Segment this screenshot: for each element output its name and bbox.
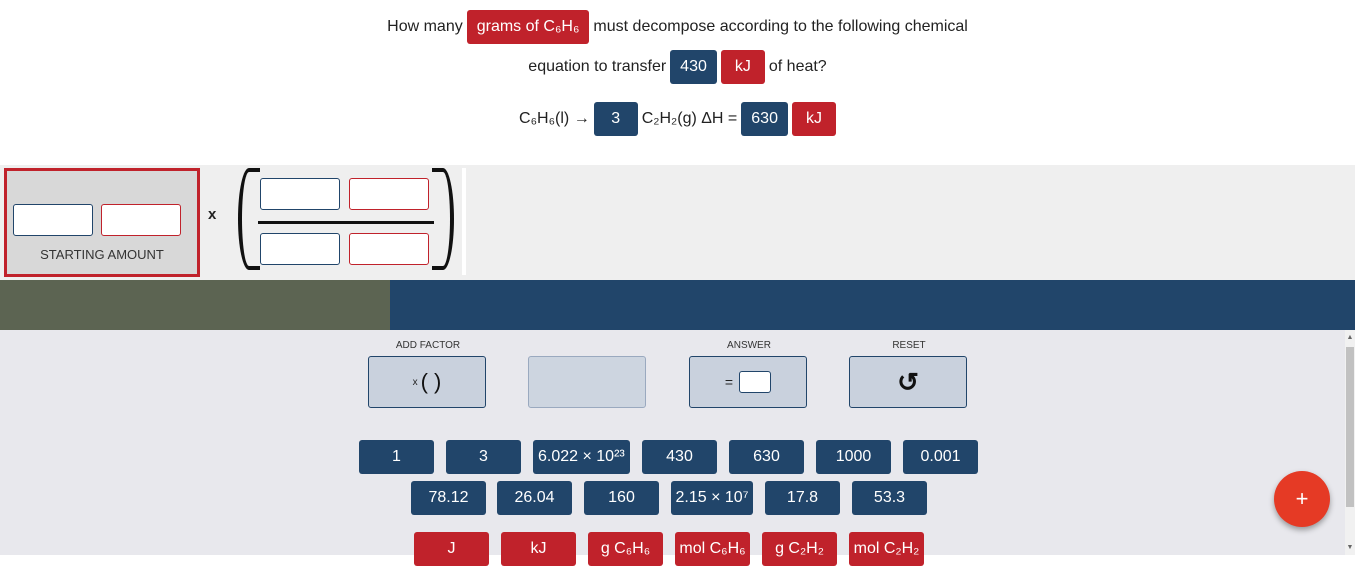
starting-value-slot[interactable] xyxy=(13,204,93,236)
tile-17-8[interactable]: 17.8 xyxy=(765,481,840,515)
tile-160[interactable]: 160 xyxy=(584,481,659,515)
tile-unit-j[interactable]: J xyxy=(414,532,489,566)
scroll-down-icon[interactable]: ▼ xyxy=(1345,543,1355,553)
heat-unit-chip: kJ xyxy=(720,50,765,84)
scroll-up-icon[interactable]: ▲ xyxy=(1345,333,1355,343)
answer-label: ANSWER xyxy=(727,340,771,351)
tile-avogadro[interactable]: 6.022 × 10²³ xyxy=(533,440,630,474)
progress-band-left xyxy=(0,280,390,330)
reset-label: RESET xyxy=(892,340,926,351)
denominator-unit-slot[interactable] xyxy=(349,233,429,265)
workspace-divider xyxy=(462,168,466,275)
starting-unit-slot[interactable] xyxy=(101,204,181,236)
coefficient-chip: 3 xyxy=(593,102,638,136)
answer-box-icon xyxy=(739,371,772,393)
tile-unit-g-c2h2[interactable]: g C₂H₂ xyxy=(762,532,837,566)
chemical-equation: C₆H₆(l) → 3 C₂H₂(g) ΔH = 630 kJ xyxy=(0,102,1355,136)
numerator-unit-slot[interactable] xyxy=(349,178,429,210)
undo-icon: ↺ xyxy=(897,366,919,397)
tile-unit-mol-c6h6[interactable]: mol C₆H₆ xyxy=(675,532,750,566)
empty-tool-button[interactable] xyxy=(528,356,646,408)
tile-1000[interactable]: 1000 xyxy=(816,440,891,474)
question-prefix: How many xyxy=(387,18,463,35)
right-paren xyxy=(432,168,454,270)
tile-0-001[interactable]: 0.001 xyxy=(903,440,978,474)
equals-icon: = xyxy=(724,374,734,390)
times-symbol: x xyxy=(208,206,217,223)
reactant: C₆H₆(l) → xyxy=(519,110,590,127)
question-suffix: must decompose according to the followin… xyxy=(593,18,968,35)
starting-amount-box[interactable]: STARTING AMOUNT xyxy=(4,168,200,277)
tile-unit-mol-c2h2[interactable]: mol C₂H₂ xyxy=(849,532,924,566)
add-factor-label: ADD FACTOR xyxy=(395,340,461,351)
product: C₂H₂(g) ΔH = xyxy=(641,110,738,127)
progress-band-right xyxy=(390,280,1355,330)
left-paren xyxy=(238,168,260,270)
numerator-value-slot[interactable] xyxy=(260,178,340,210)
tile-unit-g-c6h6[interactable]: g C₆H₆ xyxy=(588,532,663,566)
question-line-2: equation to transfer 430 kJ of heat? xyxy=(0,50,1355,84)
workspace xyxy=(0,165,1355,280)
question-line2-suffix: of heat? xyxy=(768,58,827,75)
tile-1[interactable]: 1 xyxy=(359,440,434,474)
answer-button[interactable]: = xyxy=(689,356,807,408)
denominator-value-slot[interactable] xyxy=(260,233,340,265)
starting-amount-label: STARTING AMOUNT xyxy=(40,247,164,262)
tile-2-15e7[interactable]: 2.15 × 10⁷ xyxy=(671,481,753,515)
tile-3[interactable]: 3 xyxy=(446,440,521,474)
add-factor-button[interactable]: x ( ) xyxy=(368,356,486,408)
parentheses-icon: ( ) xyxy=(420,369,442,394)
reset-button[interactable]: ↺ xyxy=(849,356,967,408)
tile-430[interactable]: 430 xyxy=(642,440,717,474)
unknown-chip: grams of C₆H₆ xyxy=(466,10,590,44)
heat-value-chip: 430 xyxy=(670,50,717,84)
tile-26-04[interactable]: 26.04 xyxy=(497,481,572,515)
fraction-bar xyxy=(258,221,434,224)
question-line-1: How many grams of C₆H₆ must decompose ac… xyxy=(0,10,1355,44)
tile-630[interactable]: 630 xyxy=(729,440,804,474)
dh-unit-chip: kJ xyxy=(791,102,836,136)
tile-unit-kj[interactable]: kJ xyxy=(501,532,576,566)
scrollbar-thumb[interactable] xyxy=(1346,347,1354,507)
add-factor-times: x xyxy=(412,376,418,388)
tile-78-12[interactable]: 78.12 xyxy=(411,481,486,515)
dh-value-chip: 630 xyxy=(741,102,788,136)
question-line2-prefix: equation to transfer xyxy=(528,58,667,75)
tile-53-3[interactable]: 53.3 xyxy=(852,481,927,515)
add-fab-button[interactable]: + xyxy=(1274,471,1330,527)
